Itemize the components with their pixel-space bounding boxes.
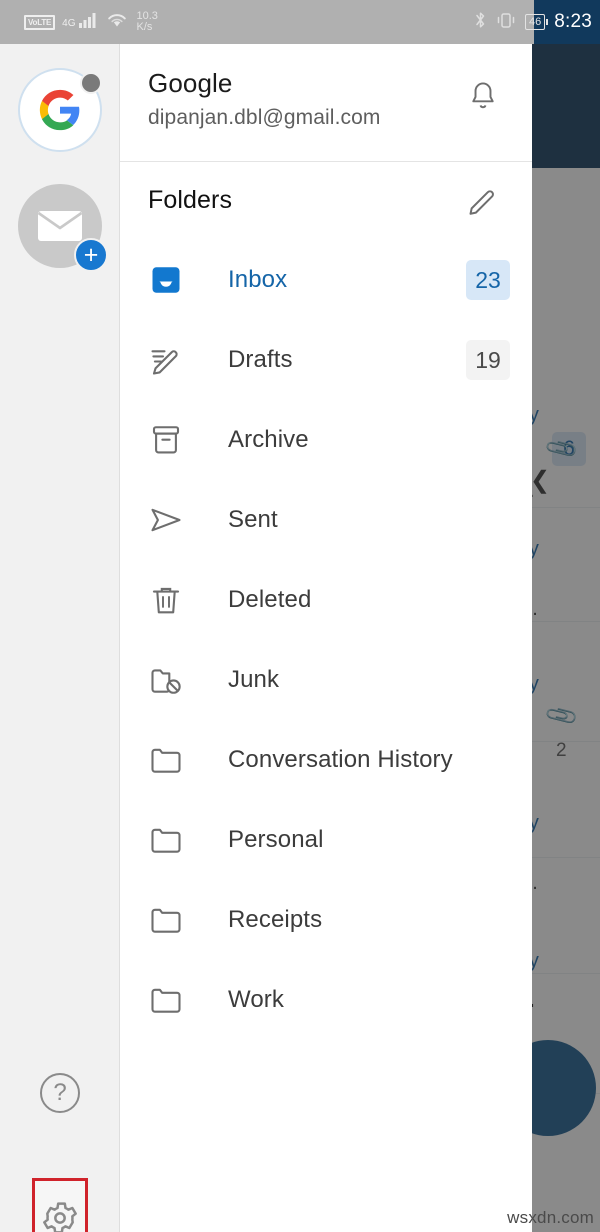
gear-icon (43, 1202, 77, 1232)
edit-folders-button[interactable] (466, 184, 500, 223)
folder-icon (148, 902, 200, 938)
volte-icon: VoLTE (24, 14, 56, 30)
folder-label: Work (228, 986, 284, 1013)
battery-indicator: 46 (524, 14, 549, 30)
folder-item-deleted[interactable]: Deleted (120, 560, 532, 640)
status-bar-left-group: VoLTE 4G 10.3 K/s (0, 11, 158, 33)
folder-item-sent[interactable]: Sent (120, 480, 532, 560)
folder-item-work[interactable]: Work (120, 960, 532, 1040)
folder-item-inbox[interactable]: Inbox 23 (120, 240, 532, 320)
screen-root: er 6 ❮ rday 📎 rd... rday ac... rday 📎 2 … (0, 0, 600, 1232)
network-type-label: 4G (62, 18, 76, 29)
folder-label: Drafts (228, 346, 293, 373)
google-account-avatar[interactable] (18, 68, 102, 152)
folder-label: Deleted (228, 586, 312, 613)
envelope-icon (37, 211, 83, 241)
folder-icon (148, 742, 200, 778)
folder-count-badge: 23 (466, 260, 510, 300)
folder-icon (148, 822, 200, 858)
vibrate-icon (496, 11, 516, 34)
folder-item-conversation-history[interactable]: Conversation History (120, 720, 532, 800)
folder-item-receipts[interactable]: Receipts (120, 880, 532, 960)
folder-list: Inbox 23 Drafts 19 Archive Sent Deleted … (120, 240, 532, 1040)
data-rate-indicator: 10.3 K/s (137, 11, 158, 33)
folder-item-junk[interactable]: Junk (120, 640, 532, 720)
folder-label: Sent (228, 506, 278, 533)
clock-label: 8:23 (554, 11, 592, 32)
wifi-icon (106, 12, 128, 33)
folder-label: Junk (228, 666, 280, 693)
bluetooth-icon (474, 11, 487, 34)
archive-icon (148, 422, 200, 458)
pencil-icon (469, 190, 494, 215)
add-account-plus-icon[interactable]: + (74, 238, 108, 272)
bell-icon (472, 82, 494, 109)
data-rate-unit: K/s (136, 21, 153, 33)
add-account-avatar[interactable]: + (18, 184, 108, 272)
folder-item-drafts[interactable]: Drafts 19 (120, 320, 532, 400)
status-bar: VoLTE 4G 10.3 K/s 46 8:23 (0, 0, 600, 44)
junk-folder-icon (148, 662, 200, 698)
folder-label: Archive (228, 426, 309, 453)
settings-button[interactable] (32, 1178, 88, 1232)
signal-bars-icon (78, 12, 99, 33)
account-header[interactable]: Google dipanjan.dbl@gmail.com (120, 44, 532, 162)
folders-header: Folders (120, 162, 532, 240)
folders-title: Folders (148, 186, 233, 214)
folder-label: Conversation History (228, 746, 453, 773)
navigation-drawer: Google dipanjan.dbl@gmail.com Folders In… (120, 44, 532, 1232)
trash-icon (148, 582, 200, 618)
google-logo-icon (39, 89, 80, 131)
help-button[interactable]: ? (40, 1073, 80, 1113)
folder-label: Personal (228, 826, 324, 853)
folder-label: Inbox (228, 266, 288, 293)
send-icon (148, 502, 200, 538)
folder-item-personal[interactable]: Personal (120, 800, 532, 880)
inbox-icon (148, 262, 200, 298)
notifications-button[interactable] (466, 80, 500, 121)
folder-label: Receipts (228, 906, 323, 933)
status-bar-right-group: 46 8:23 (474, 0, 592, 44)
draft-pencil-icon (148, 342, 200, 378)
folder-icon (148, 982, 200, 1018)
folder-item-archive[interactable]: Archive (120, 400, 532, 480)
watermark: wsxdn.com (507, 1208, 594, 1227)
account-rail: + ? (0, 44, 120, 1232)
account-status-dot (80, 72, 102, 94)
folder-count-badge: 19 (466, 340, 510, 380)
